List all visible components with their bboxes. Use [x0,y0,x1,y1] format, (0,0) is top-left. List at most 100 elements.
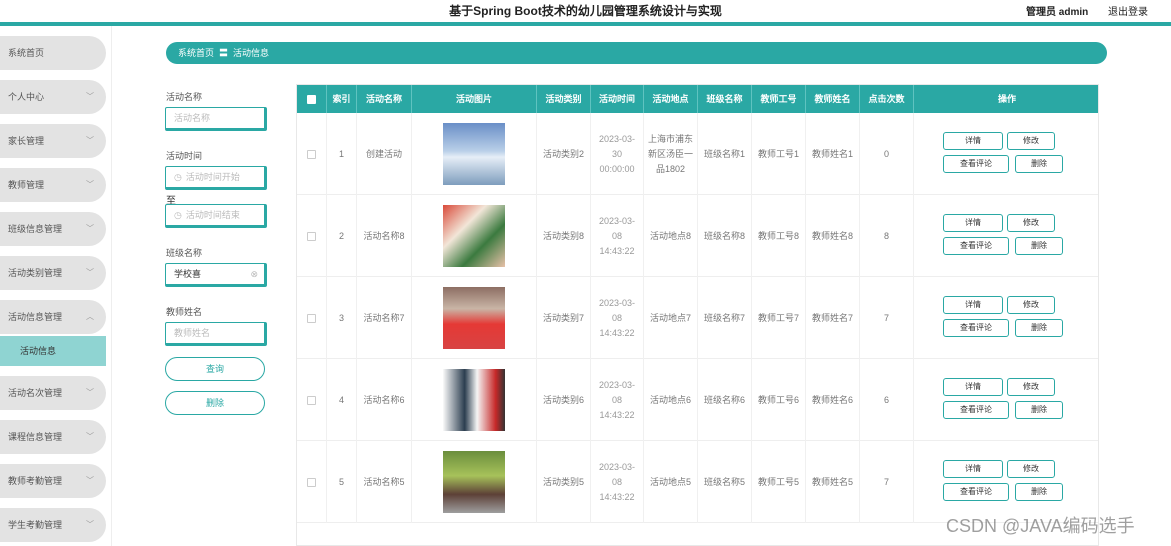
detail-button[interactable]: 详情 [943,460,1003,478]
row-activity-name: 活动名称6 [357,359,412,441]
sidebar-subitem-activity-info[interactable]: 活动信息 [0,336,106,366]
sidebar-item-teacher-attendance[interactable]: 教师考勤管理 ﹀ [0,464,106,498]
sidebar-item-course[interactable]: 课程信息管理 ﹀ [0,420,106,454]
clock-icon: ◷ [174,210,182,220]
teacher-name-input[interactable]: 教师姓名 [165,322,267,346]
row-activity-place-text: 活动地点7 [649,312,691,323]
row-teacher-no-text: 教师工号5 [757,476,799,487]
activity-time-start-input[interactable]: ◷ 活动时间开始 [165,166,267,190]
row-teacher-name-text: 教师姓名7 [811,312,853,323]
row-checkbox-cell [297,441,327,523]
row-activity-image [412,195,537,277]
row-clicks-text: 7 [883,312,889,323]
row-clicks: 8 [860,195,914,277]
activity-photo[interactable] [443,451,505,513]
view-comments-button[interactable]: 查看评论 [943,319,1009,337]
edit-button[interactable]: 修改 [1007,132,1055,150]
row-activity-time: 2023-03-08 14:43:22 [591,359,644,441]
row-checkbox[interactable] [307,477,316,487]
delete-button[interactable]: 删除 [1015,319,1063,337]
col-activity-category: 活动类别 [537,85,591,113]
detail-button[interactable]: 详情 [943,296,1003,314]
batch-delete-button[interactable]: 删除 [165,391,265,415]
detail-button[interactable]: 详情 [943,378,1003,396]
sidebar-item-activity-info[interactable]: 活动信息管理 ︿ [0,300,106,334]
row-teacher-name-text: 教师姓名8 [811,230,853,241]
row-activity-place-text: 活动地点5 [649,476,691,487]
activity-photo[interactable] [443,369,505,431]
row-activity-time-text: 2023-03-08 14:43:22 [598,379,636,420]
sidebar-item-parents[interactable]: 家长管理 ﹀ [0,124,106,158]
class-name-input[interactable]: 学校喜 ⊗ [165,263,267,287]
sidebar-item-activity-rank[interactable]: 活动名次管理 ﹀ [0,376,106,410]
row-activity-time: 2023-03-08 14:43:22 [591,277,644,359]
row-activity-image [412,277,537,359]
row-activity-category: 活动类别6 [537,359,591,441]
sidebar-item-personal[interactable]: 个人中心 ﹀ [0,80,106,114]
activity-table: 索引 活动名称 活动图片 活动类别 活动时间 活动地点 班级名称 教师工号 教师… [296,84,1099,546]
chevron-up-icon: ︿ [86,312,94,321]
app-header: 基于Spring Boot技术的幼儿园管理系统设计与实现 管理员 admin 退… [0,0,1171,22]
select-all-checkbox[interactable] [297,85,327,113]
sidebar-item-teachers[interactable]: 教师管理 ﹀ [0,168,106,202]
edit-button[interactable]: 修改 [1007,460,1055,478]
detail-button[interactable]: 详情 [943,214,1003,232]
col-activity-name: 活动名称 [357,85,412,113]
table-row: 5 活动名称5 活动类别5 2023-03-08 14:43:22 活动地点5 班级名称5… [297,441,1098,523]
row-activity-category: 活动类别7 [537,277,591,359]
table-row: 4 活动名称6 活动类别6 2023-03-08 14:43:22 活动地点6 班级名称6… [297,359,1098,441]
row-index: 5 [327,441,357,523]
row-checkbox[interactable] [307,149,316,159]
sidebar-item-home[interactable]: 系统首页 [0,36,106,70]
activity-photo[interactable] [443,287,505,349]
row-actions: 详情 修改查看评论 删除 [914,113,1098,195]
edit-button[interactable]: 修改 [1007,378,1055,396]
row-activity-place: 上海市浦东新区汤臣一品1802 [644,113,698,195]
delete-button[interactable]: 删除 [1015,155,1063,173]
row-teacher-no-text: 教师工号1 [757,148,799,159]
col-index: 索引 [327,85,357,113]
delete-button[interactable]: 删除 [1015,401,1063,419]
activity-photo[interactable] [443,123,505,185]
delete-button[interactable]: 删除 [1015,483,1063,501]
view-comments-button[interactable]: 查看评论 [943,237,1009,255]
clear-icon[interactable]: ⊗ [250,264,258,284]
sidebar-item-student-attendance[interactable]: 学生考勤管理 ﹀ [0,508,106,542]
row-index-text: 3 [338,312,344,323]
row-activity-name-text: 创建活动 [365,148,402,159]
row-teacher-no-text: 教师工号7 [757,312,799,323]
chevron-down-icon: ﹀ [86,180,94,189]
row-checkbox[interactable] [307,231,316,241]
row-checkbox[interactable] [307,313,316,323]
breadcrumb-home[interactable]: 系统首页 [178,48,214,58]
chevron-down-icon: ﹀ [86,432,94,441]
sidebar-item-classes[interactable]: 班级信息管理 ﹀ [0,212,106,246]
view-comments-button[interactable]: 查看评论 [943,155,1009,173]
row-teacher-name-text: 教师姓名1 [811,148,853,159]
detail-button[interactable]: 详情 [943,132,1003,150]
row-clicks-text: 6 [883,394,889,405]
query-button[interactable]: 查询 [165,357,265,381]
edit-button[interactable]: 修改 [1007,296,1055,314]
row-teacher-name: 教师姓名8 [806,195,860,277]
chevron-down-icon: ﹀ [86,268,94,277]
activity-name-input[interactable]: 活动名称 [165,107,267,131]
view-comments-button[interactable]: 查看评论 [943,401,1009,419]
row-activity-category-text: 活动类别8 [542,230,584,241]
edit-button[interactable]: 修改 [1007,214,1055,232]
activity-time-end-input[interactable]: ◷ 活动时间结束 [165,204,267,228]
col-teacher-no: 教师工号 [752,85,806,113]
row-teacher-no-text: 教师工号6 [757,394,799,405]
row-checkbox[interactable] [307,395,316,405]
row-actions: 详情 修改查看评论 删除 [914,277,1098,359]
sidebar-item-activity-category[interactable]: 活动类别管理 ﹀ [0,256,106,290]
clock-icon: ◷ [174,172,182,182]
row-checkbox-cell [297,359,327,441]
activity-photo[interactable] [443,205,505,267]
delete-button[interactable]: 删除 [1015,237,1063,255]
view-comments-button[interactable]: 查看评论 [943,483,1009,501]
chevron-down-icon: ﹀ [86,92,94,101]
logout-link[interactable]: 退出登录 [1108,3,1148,18]
row-clicks-text: 0 [883,148,889,159]
teacher-name-label: 教师姓名 [166,307,203,317]
